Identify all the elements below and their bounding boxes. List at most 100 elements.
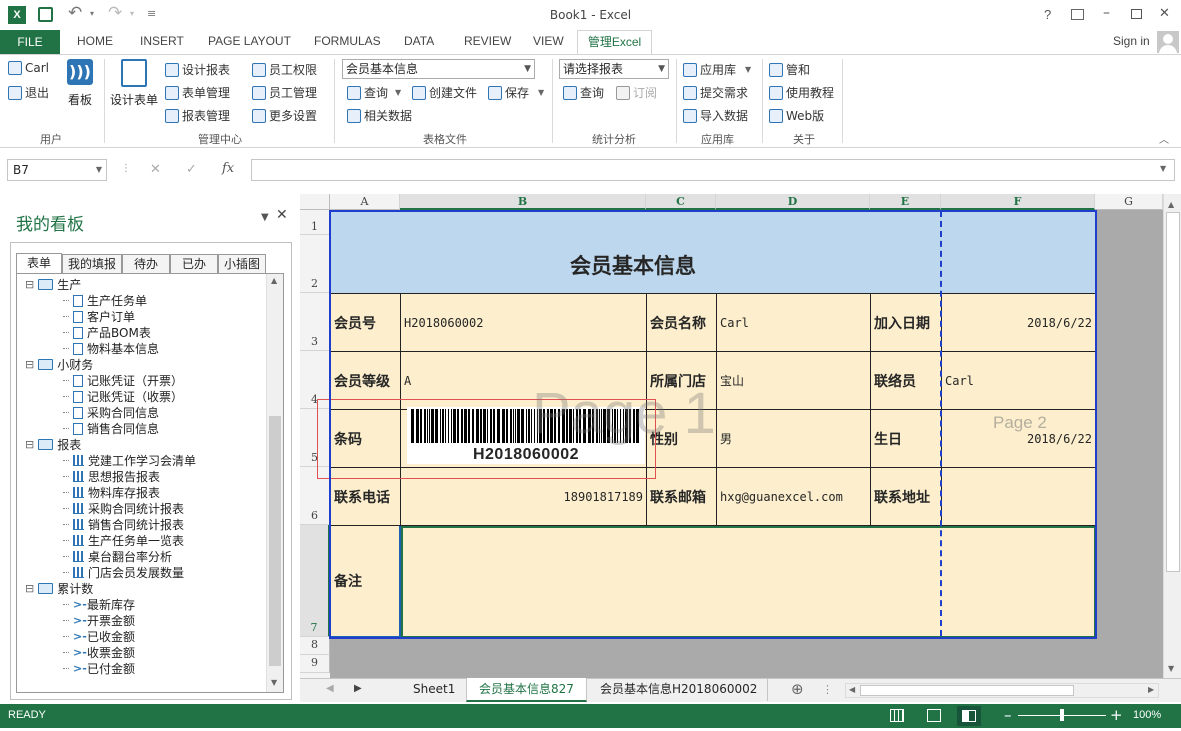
sheet-vertical-scrollbar[interactable]: ▲ ▼	[1163, 194, 1181, 678]
cell-f4[interactable]: Carl	[942, 352, 1096, 410]
sheet-tab-sheet1[interactable]: Sheet1	[400, 679, 470, 701]
zoom-out-button[interactable]: –	[1004, 706, 1012, 724]
tree-item[interactable]: 门店会员发展数量	[63, 564, 184, 581]
tree-item[interactable]: 物料库存报表	[63, 484, 160, 501]
insert-function-icon[interactable]: fx	[222, 161, 234, 176]
cell-b3[interactable]: H2018060002	[401, 294, 647, 352]
tab-my-submissions[interactable]: 我的填报	[62, 254, 122, 273]
tab-forms[interactable]: 表单	[16, 253, 62, 273]
tree-item[interactable]: 采购合同统计报表	[63, 500, 184, 517]
prev-sheet-icon[interactable]: ◀	[326, 683, 334, 694]
tree-item[interactable]: 产品BOM表	[63, 324, 151, 341]
tree-item[interactable]: 党建工作学习会清单	[63, 452, 196, 469]
stats-query-button[interactable]: 查询	[563, 84, 604, 101]
help-icon[interactable]: ?	[1044, 7, 1051, 22]
scroll-up-icon[interactable]: ▲	[1168, 200, 1174, 209]
col-header-b[interactable]: B	[400, 194, 646, 210]
close-button[interactable]: ✕	[1159, 6, 1170, 21]
avatar[interactable]	[1157, 31, 1179, 53]
ribbon-display-icon[interactable]	[1071, 9, 1084, 20]
zoom-slider-thumb[interactable]	[1060, 709, 1064, 721]
web-version-button[interactable]: Web版	[769, 107, 824, 124]
cell-b7-merged[interactable]	[401, 526, 1096, 638]
tree-item[interactable]: >- 开票金额	[63, 612, 135, 629]
tree-item[interactable]: >- 最新库存	[63, 596, 135, 613]
tab-insert[interactable]: INSERT	[140, 34, 184, 48]
cell-d6[interactable]: hxg@guanexcel.com	[717, 468, 871, 526]
tab-manage-excel[interactable]: 管理Excel	[577, 30, 652, 55]
tree-item[interactable]: >- 已付金额	[63, 660, 135, 677]
scroll-thumb[interactable]	[269, 416, 281, 666]
tab-file[interactable]: FILE	[0, 30, 60, 54]
cell-d3[interactable]: Carl	[717, 294, 871, 352]
name-box[interactable]: B7 ▼	[7, 159, 107, 181]
row-header-1[interactable]: 1	[300, 210, 330, 235]
tree-item[interactable]: 生产任务单一览表	[63, 532, 184, 549]
undo-dropdown-icon[interactable]: ▾	[90, 9, 94, 18]
form-mgmt-button[interactable]: 表单管理	[165, 84, 230, 101]
collapse-ribbon-icon[interactable]: ︿	[1159, 131, 1169, 146]
report-mgmt-button[interactable]: 报表管理	[165, 107, 230, 124]
col-header-e[interactable]: E	[870, 194, 941, 210]
col-header-d[interactable]: D	[716, 194, 870, 210]
zoom-level[interactable]: 100%	[1133, 709, 1161, 721]
cell-c4[interactable]: 所属门店	[647, 352, 717, 410]
cell-f3[interactable]: 2018/6/22	[942, 294, 1096, 352]
tree-item[interactable]: >- 已收金额	[63, 628, 135, 645]
tree-item[interactable]: 物料基本信息	[63, 340, 159, 357]
app-library-button[interactable]: 应用库 ▼	[683, 61, 751, 78]
cell-e5[interactable]: 生日	[871, 410, 942, 468]
cell-d4[interactable]: 宝山	[717, 352, 871, 410]
scroll-down-icon[interactable]: ▼	[1168, 664, 1174, 673]
tree-item[interactable]: 思想报告报表	[63, 468, 160, 485]
tree-folder[interactable]: ⊟ 累计数	[25, 580, 93, 597]
tree-item[interactable]: 销售合同信息	[63, 420, 159, 437]
scroll-thumb[interactable]	[1166, 212, 1180, 572]
subscribe-button[interactable]: 订阅	[616, 84, 657, 101]
cell-d5[interactable]: 男	[717, 410, 871, 468]
redo-dropdown-icon[interactable]: ▾	[130, 9, 134, 18]
save-icon[interactable]	[38, 7, 53, 22]
create-file-button[interactable]: 创建文件	[412, 84, 477, 101]
employee-permission-button[interactable]: 员工权限	[252, 61, 317, 78]
title-cell[interactable]: 会员基本信息	[331, 211, 1096, 294]
normal-view-icon[interactable]	[890, 709, 904, 722]
tab-done[interactable]: 已办	[170, 254, 218, 273]
formula-input[interactable]	[251, 159, 1175, 181]
collapse-icon[interactable]: ⊟	[25, 358, 34, 371]
cell-f6[interactable]	[942, 468, 1096, 526]
enter-icon[interactable]: ✓	[186, 162, 197, 177]
tree-folder[interactable]: ⊟ 报表	[25, 436, 81, 453]
cell-f5[interactable]: 2018/6/22	[942, 410, 1096, 468]
cell-c3[interactable]: 会员名称	[647, 294, 717, 352]
tab-home[interactable]: HOME	[77, 34, 113, 48]
related-data-button[interactable]: 相关数据	[347, 107, 412, 124]
form-select-combo[interactable]: 会员基本信息 ▼	[342, 59, 535, 79]
tutorial-button[interactable]: 使用教程	[769, 84, 834, 101]
redo-icon[interactable]: ↷	[108, 3, 122, 23]
next-sheet-icon[interactable]: ▶	[354, 683, 362, 694]
tree-folder[interactable]: ⊟ 小财务	[25, 356, 93, 373]
tab-review[interactable]: REVIEW	[464, 34, 511, 48]
tree-item[interactable]: 销售合同统计报表	[63, 516, 184, 533]
tab-formulas[interactable]: FORMULAS	[314, 34, 381, 48]
col-header-c[interactable]: C	[646, 194, 716, 210]
cell-a3[interactable]: 会员号	[331, 294, 401, 352]
col-header-g[interactable]: G	[1095, 194, 1163, 210]
sign-in-link[interactable]: Sign in	[1113, 34, 1150, 48]
undo-icon[interactable]: ↶	[68, 3, 82, 23]
tree-item[interactable]: 记账凭证（开票）	[63, 372, 183, 389]
col-header-f[interactable]: F	[941, 194, 1095, 210]
pane-close-icon[interactable]: ✕	[276, 207, 288, 223]
cell-c5[interactable]: 性别	[647, 410, 717, 468]
report-select-combo[interactable]: 请选择报表 ▼	[559, 59, 669, 79]
scroll-right-icon[interactable]: ▶	[1148, 685, 1154, 694]
submit-request-button[interactable]: 提交需求	[683, 84, 748, 101]
collapse-icon[interactable]: ⊟	[25, 438, 34, 451]
row-header-2[interactable]: 2	[300, 235, 330, 293]
restore-button[interactable]	[1131, 9, 1142, 19]
tree-item[interactable]: 客户订单	[63, 308, 135, 325]
col-header-a[interactable]: A	[330, 194, 400, 210]
tab-data[interactable]: DATA	[404, 34, 434, 48]
scroll-up-icon[interactable]: ▲	[271, 276, 277, 285]
